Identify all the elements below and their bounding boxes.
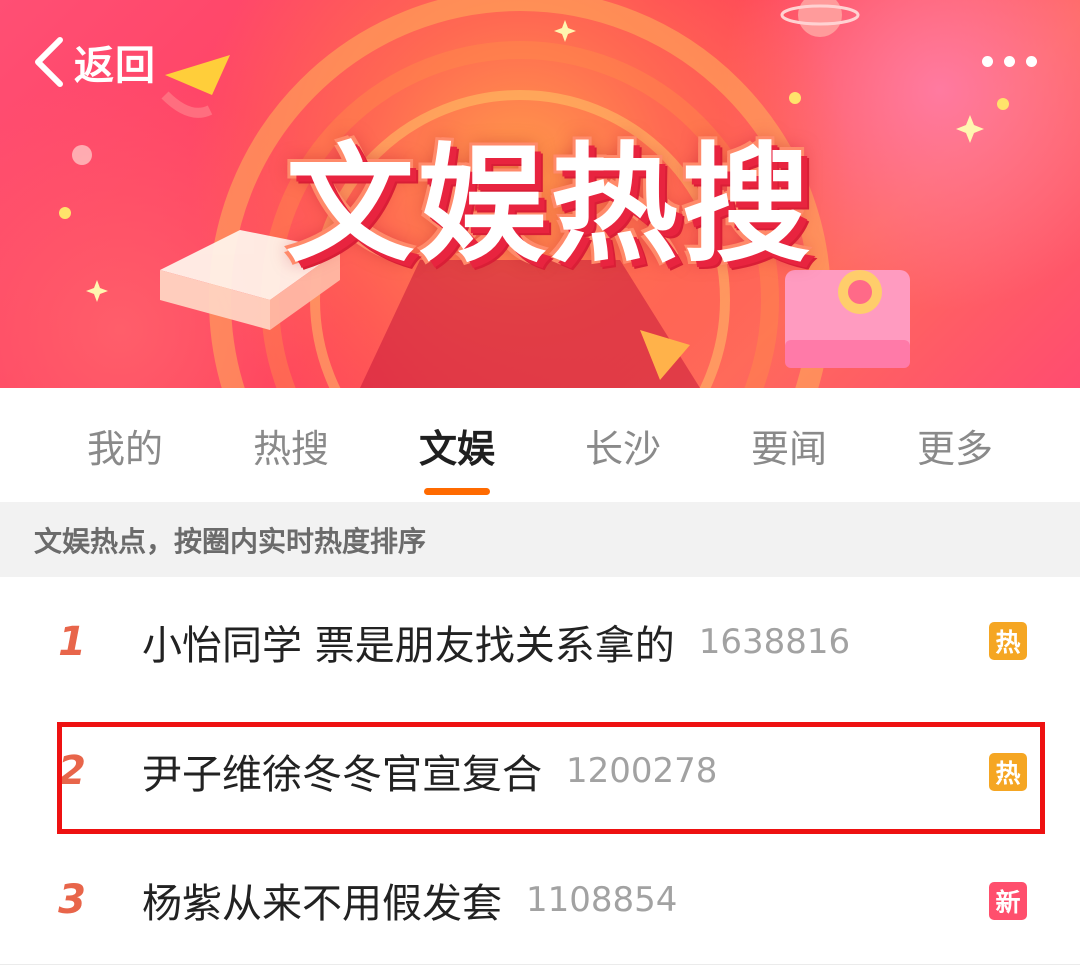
hot-badge: 热	[989, 753, 1027, 791]
rank-number: 2	[58, 747, 86, 794]
rank-number: 1	[58, 618, 86, 665]
section-note-text: 文娱热点，按圈内实时热度排序	[34, 524, 427, 558]
hot-list-item[interactable]: 1 小怡同学 票是朋友找关系拿的 1638816 热	[0, 577, 1080, 707]
tab-news[interactable]: 要闻	[706, 388, 872, 502]
hot-badge: 热	[989, 622, 1027, 660]
tab-more[interactable]: 更多	[872, 388, 1038, 502]
tab-entertainment[interactable]: 文娱	[374, 388, 540, 502]
item-title: 小怡同学 票是朋友找关系拿的	[142, 622, 675, 669]
more-options-icon[interactable]	[976, 50, 1046, 74]
heat-count: 1638816	[698, 621, 851, 662]
section-note: 文娱热点，按圈内实时热度排序	[0, 502, 1080, 577]
tab-changsha[interactable]: 长沙	[540, 388, 706, 502]
tab-hot-search[interactable]: 热搜	[208, 388, 374, 502]
hot-list-item[interactable]: 3 杨紫从来不用假发套 1108854 新	[0, 835, 1080, 965]
chevron-left-icon	[28, 30, 68, 94]
banner: 返回 文娱热搜	[0, 0, 1080, 388]
tab-mine[interactable]: 我的	[42, 388, 208, 502]
back-button[interactable]: 返回	[28, 30, 156, 94]
back-label: 返回	[74, 43, 156, 89]
item-title: 尹子维徐冬冬官宣复合	[142, 751, 542, 798]
heat-count: 1200278	[566, 750, 718, 791]
item-title: 杨紫从来不用假发套	[142, 880, 502, 927]
new-badge: 新	[989, 882, 1027, 920]
rank-number: 3	[58, 876, 86, 923]
tab-bar: 我的 热搜 文娱 长沙 要闻 更多	[0, 388, 1080, 502]
heat-count: 1108854	[526, 879, 678, 920]
active-tab-indicator	[424, 488, 490, 495]
banner-title: 文娱热搜	[285, 130, 814, 280]
hot-list-item[interactable]: 2 尹子维徐冬冬官宣复合 1200278 热	[0, 706, 1080, 836]
